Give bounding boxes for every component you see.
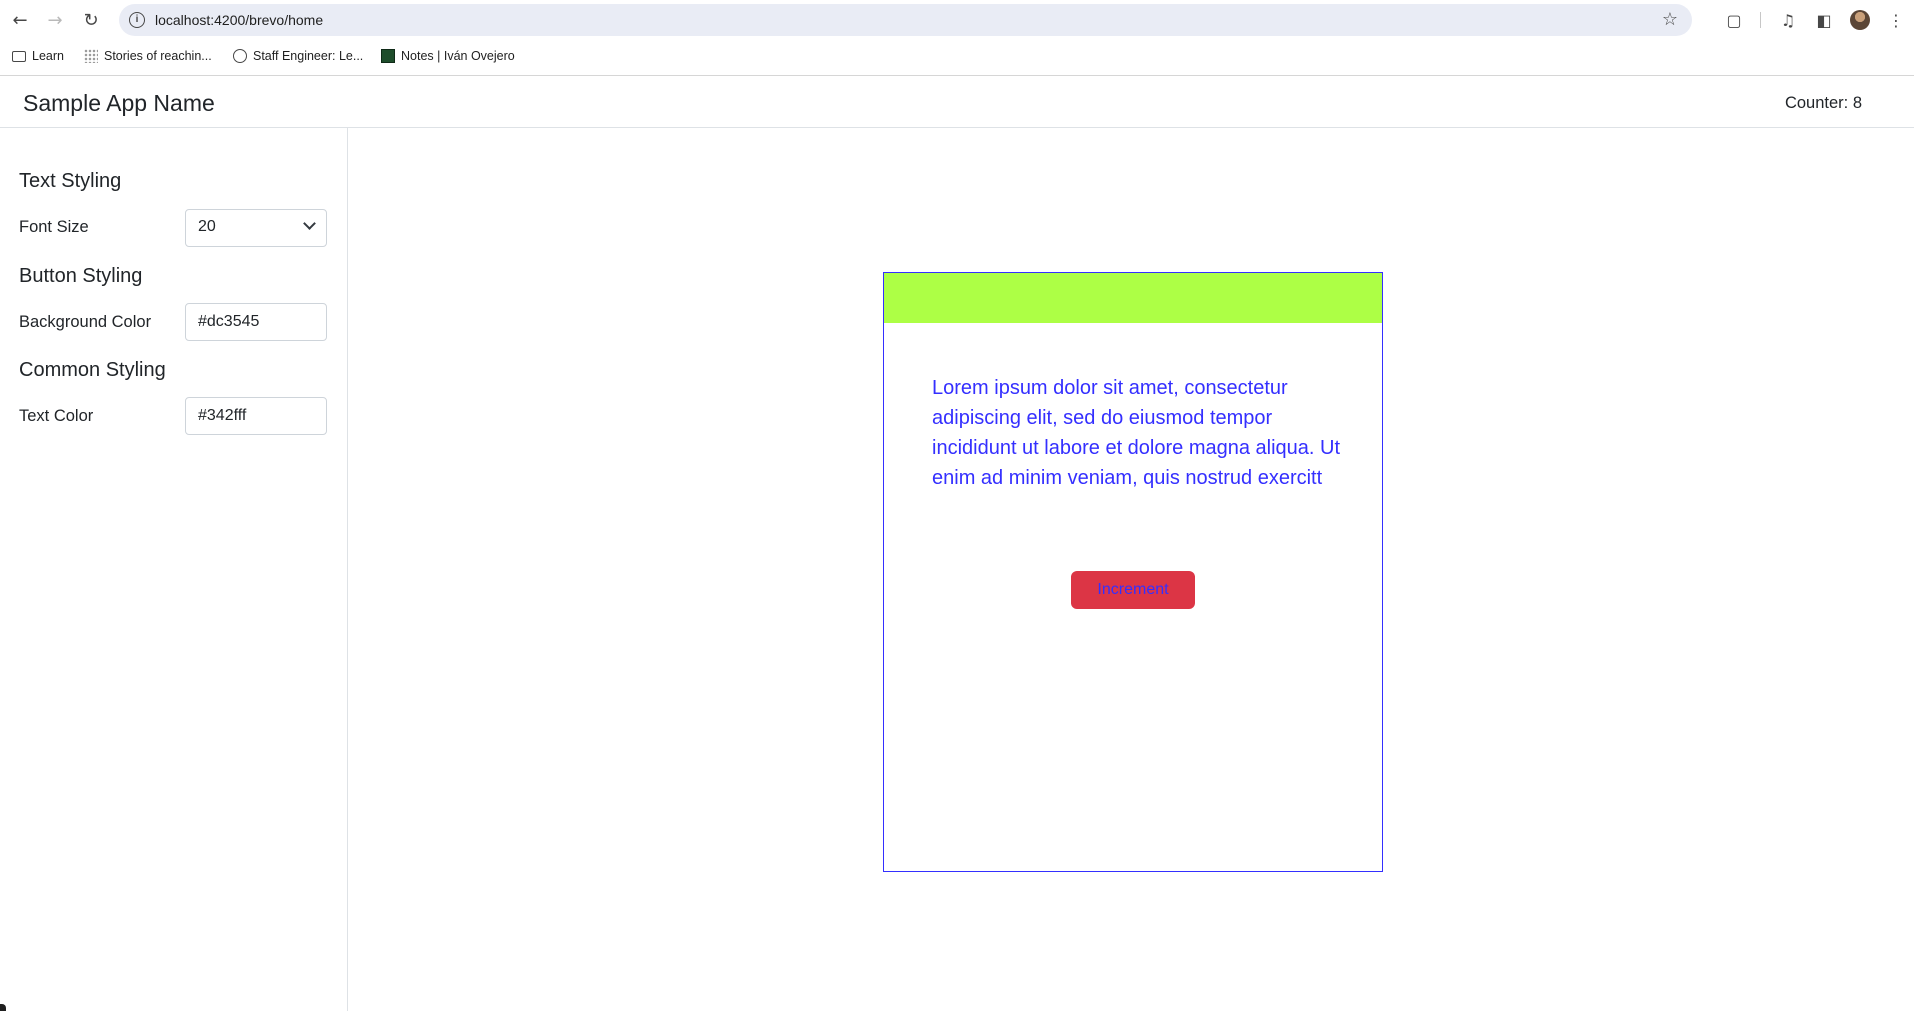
address-bar[interactable]: i localhost:4200/brevo/home ☆ [119, 4, 1692, 36]
background-color-input[interactable] [185, 303, 327, 341]
media-control-icon[interactable]: ♫ [1776, 8, 1800, 32]
notes-icon [381, 49, 395, 63]
bookmark-label: Learn [32, 49, 64, 63]
bookmark-staff-engineer[interactable]: Staff Engineer: Le... [233, 49, 363, 63]
url-text[interactable]: localhost:4200/brevo/home [155, 12, 323, 28]
puzzle-icon[interactable]: ▢ [1722, 8, 1746, 32]
bookmarks-bar: Learn Stories of reachin... Staff Engine… [0, 40, 1914, 76]
globe-icon [233, 49, 247, 63]
side-panel-icon[interactable]: ◧ [1812, 8, 1836, 32]
button-styling-heading: Button Styling [19, 265, 143, 287]
common-styling-heading: Common Styling [19, 359, 166, 381]
bookmark-notes[interactable]: Notes | Iván Ovejero [381, 49, 515, 63]
bookmark-learn[interactable]: Learn [12, 49, 64, 63]
app-title: Sample App Name [23, 90, 215, 116]
preview-paragraph: Lorem ipsum dolor sit amet, consectetur … [932, 377, 1341, 489]
styling-sidebar: Text Styling Font Size 20 Button Styling… [0, 128, 348, 1011]
font-size-value: 20 [198, 218, 216, 235]
app-header: Sample App Name Counter: 8 [0, 77, 1914, 128]
font-size-select[interactable]: 20 [185, 209, 327, 247]
profile-avatar[interactable] [1850, 10, 1870, 30]
text-color-label: Text Color [19, 407, 94, 425]
arrow-left-icon[interactable]: ← [8, 8, 32, 32]
bookmark-label: Staff Engineer: Le... [253, 49, 364, 63]
preview-banner [884, 273, 1382, 323]
info-icon[interactable]: i [129, 12, 145, 28]
bookmark-label: Notes | Iván Ovejero [401, 49, 515, 63]
text-styling-heading: Text Styling [19, 170, 122, 192]
chevron-down-icon [303, 217, 316, 230]
text-color-input[interactable] [185, 397, 327, 435]
bookmark-label: Stories of reachin... [104, 49, 212, 63]
toolbar-divider [1760, 12, 1761, 28]
arrow-right-icon[interactable]: → [43, 8, 67, 32]
increment-button[interactable]: Increment [1071, 571, 1195, 609]
window-corner [0, 1004, 6, 1011]
kebab-menu-icon[interactable]: ⋮ [1884, 8, 1908, 32]
counter-display: Counter: 8 [1784, 94, 1862, 112]
dots-icon [84, 49, 98, 63]
font-size-label: Font Size [19, 218, 89, 236]
star-icon[interactable]: ☆ [1662, 9, 1678, 30]
browser-toolbar: ← → ↻ i localhost:4200/brevo/home ☆ ▢ ♫ … [0, 0, 1914, 40]
reload-icon[interactable]: ↻ [79, 8, 103, 32]
background-color-label: Background Color [19, 313, 152, 331]
folder-icon [12, 50, 26, 62]
preview-card: Lorem ipsum dolor sit amet, consectetur … [883, 272, 1383, 872]
bookmark-stories[interactable]: Stories of reachin... [84, 49, 212, 63]
